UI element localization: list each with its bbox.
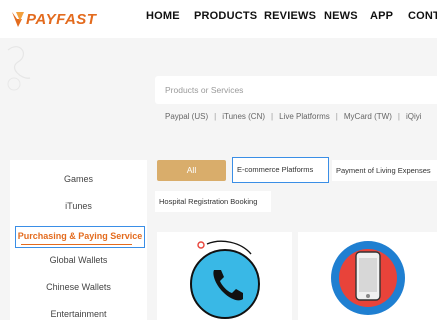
active-underline: [21, 243, 132, 245]
quick-link-separator: |: [271, 112, 274, 121]
top-header: PAYFAST HOME PRODUCTS REVIEWS NEWS APP C…: [0, 0, 437, 38]
product-card[interactable]: [298, 232, 437, 320]
smartphone-icon: [331, 241, 405, 315]
nav-news[interactable]: NEWS: [324, 10, 358, 22]
sidebar-item-label: Purchasing & Paying Service: [17, 231, 143, 241]
background-decoration: [7, 46, 31, 91]
filter-all-button[interactable]: All: [157, 160, 226, 181]
search-input[interactable]: [155, 76, 437, 104]
nav-app[interactable]: APP: [370, 10, 393, 22]
quick-link-itunes[interactable]: iTunes (CN): [222, 112, 265, 121]
product-card[interactable]: [157, 232, 292, 320]
sidebar-item-chinese-wallets[interactable]: Chinese Wallets: [10, 282, 147, 292]
category-sidebar: Games iTunes Purchasing & Paying Service…: [10, 160, 147, 320]
filter-hospital-registration[interactable]: Hospital Registration Booking: [155, 191, 271, 212]
quick-link-iqiyi[interactable]: iQiyi: [406, 112, 422, 121]
quick-link-separator: |: [397, 112, 400, 121]
sidebar-item-entertainment[interactable]: Entertainment: [10, 309, 147, 319]
sidebar-item-purchasing-paying-service[interactable]: Purchasing & Paying Service: [15, 226, 145, 248]
quick-link-separator: |: [214, 112, 217, 121]
quick-link-paypal[interactable]: Paypal (US): [165, 112, 208, 121]
sidebar-item-games[interactable]: Games: [10, 174, 147, 184]
quick-links: Paypal (US) | iTunes (CN) | Live Platfor…: [165, 112, 422, 121]
phone-icon: [190, 240, 260, 319]
payfast-logo[interactable]: PAYFAST: [10, 7, 110, 31]
svg-text:PAYFAST: PAYFAST: [26, 11, 98, 28]
nav-reviews[interactable]: REVIEWS: [264, 10, 316, 22]
nav-home[interactable]: HOME: [146, 10, 180, 22]
nav-products[interactable]: PRODUCTS: [194, 10, 257, 22]
quick-link-separator: |: [335, 112, 338, 121]
quick-link-mycard[interactable]: MyCard (TW): [344, 112, 392, 121]
search-bar[interactable]: [155, 76, 437, 104]
quick-link-live-platforms[interactable]: Live Platforms: [279, 112, 330, 121]
sidebar-item-global-wallets[interactable]: Global Wallets: [10, 255, 147, 265]
filter-ecommerce-platforms[interactable]: E-commerce Platforms: [232, 157, 329, 183]
nav-contact[interactable]: CONT: [408, 10, 437, 22]
filter-living-expenses[interactable]: Payment of Living Expenses: [332, 160, 437, 181]
sidebar-item-itunes[interactable]: iTunes: [10, 201, 147, 211]
